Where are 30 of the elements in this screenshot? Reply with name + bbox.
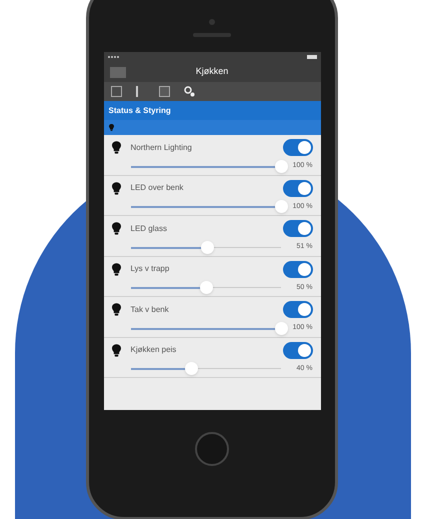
light-bulb-icon <box>108 124 114 131</box>
toggle-switch[interactable] <box>282 342 312 358</box>
toggle-switch[interactable] <box>282 260 312 278</box>
battery-icon <box>306 55 316 59</box>
settings-icon[interactable] <box>184 86 194 97</box>
light-bulb-icon <box>112 141 120 154</box>
light-name: Kjøkken peis <box>130 344 178 356</box>
light-bulb-icon <box>112 303 120 316</box>
light-bulb-icon <box>112 262 120 276</box>
section-title: Status & Styring <box>108 104 171 116</box>
light-name: Lys v trapp <box>130 263 170 275</box>
slider-thumb[interactable] <box>200 281 212 294</box>
light-bulb-icon <box>112 182 120 194</box>
light-name: LED over benk <box>130 182 184 194</box>
toggle-switch[interactable] <box>282 301 312 318</box>
slider-thumb[interactable] <box>184 362 198 376</box>
slider-thumb[interactable] <box>201 240 214 254</box>
toggle-switch[interactable] <box>282 220 312 237</box>
toggle-switch[interactable] <box>282 180 312 196</box>
light-bulb-icon <box>112 222 120 235</box>
light-name: Tak v benk <box>130 304 170 316</box>
slider-thumb[interactable] <box>274 200 288 214</box>
slider-thumb[interactable] <box>274 322 288 335</box>
light-name: LED glass <box>130 222 168 234</box>
camera-icon <box>209 19 215 25</box>
light-name: Northern Lighting <box>130 142 193 154</box>
slider-thumb[interactable] <box>274 160 288 173</box>
light-bulb-icon <box>112 344 120 356</box>
toggle-switch[interactable] <box>282 139 312 156</box>
app-title: Kjøkken <box>194 65 230 78</box>
